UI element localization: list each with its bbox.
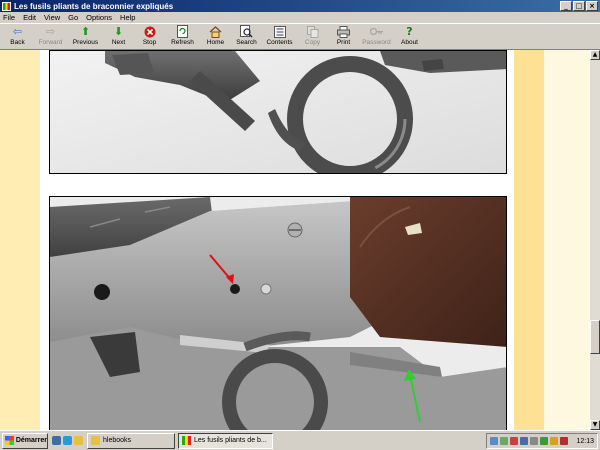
refresh-label: Refresh bbox=[171, 39, 194, 46]
print-label: Print bbox=[336, 39, 351, 46]
menu-edit[interactable]: Edit bbox=[23, 13, 36, 22]
minimize-button[interactable]: _ bbox=[560, 1, 572, 11]
task-hlebooks[interactable]: hlebooks bbox=[87, 432, 175, 449]
photo-gun-frame bbox=[49, 196, 507, 430]
about-label: About bbox=[401, 39, 418, 46]
forward-arrow-icon: ⇨ bbox=[45, 25, 56, 38]
taskbar: Démarrer hlebooks Les fusils pliants de … bbox=[0, 430, 600, 450]
clock: 12:13 bbox=[576, 437, 594, 445]
back-arrow-icon: ⇦ bbox=[12, 25, 23, 38]
left-margin bbox=[0, 50, 40, 430]
home-button[interactable]: Home bbox=[200, 24, 231, 50]
toolbar: ⇦ Back ⇨ Forward ⬆ Previous ⬇ Next Stop … bbox=[0, 23, 600, 50]
start-label: Démarrer bbox=[15, 437, 47, 444]
vertical-scrollbar[interactable]: ▲ ▼ bbox=[590, 50, 600, 430]
menu-go[interactable]: Go bbox=[68, 13, 78, 22]
menu-options[interactable]: Options bbox=[86, 13, 112, 22]
down-arrow-icon: ⬇ bbox=[113, 25, 124, 38]
next-label: Next bbox=[111, 39, 126, 46]
shield-icon[interactable] bbox=[540, 437, 548, 445]
sync-icon[interactable] bbox=[500, 437, 508, 445]
password-button[interactable]: Password bbox=[359, 24, 394, 50]
home-icon bbox=[209, 25, 223, 38]
quick-launch bbox=[52, 436, 83, 445]
refresh-icon bbox=[176, 25, 190, 38]
page-body bbox=[40, 50, 514, 430]
antivirus-icon[interactable] bbox=[510, 437, 518, 445]
forward-button[interactable]: ⇨ Forward bbox=[33, 24, 68, 50]
previous-button[interactable]: ⬆ Previous bbox=[68, 24, 103, 50]
search-button[interactable]: Search bbox=[231, 24, 262, 50]
copy-label: Copy bbox=[304, 39, 321, 46]
scroll-up-button[interactable]: ▲ bbox=[590, 50, 600, 60]
app-icon bbox=[182, 436, 191, 445]
refresh-button[interactable]: Refresh bbox=[165, 24, 200, 50]
window-title: Les fusils pliants de braconnier expliqu… bbox=[14, 1, 174, 11]
previous-label: Previous bbox=[72, 39, 99, 46]
contents-icon bbox=[273, 25, 287, 38]
maximize-button[interactable]: □ bbox=[573, 1, 585, 11]
menu-file[interactable]: File bbox=[3, 13, 15, 22]
app-icon bbox=[2, 1, 11, 11]
menu-bar: File Edit View Go Options Help bbox=[0, 12, 600, 23]
folder-icon[interactable] bbox=[74, 436, 83, 445]
close-button[interactable]: × bbox=[586, 1, 598, 11]
forward-label: Forward bbox=[38, 39, 63, 46]
browser-icon[interactable] bbox=[63, 436, 72, 445]
up-arrow-icon: ⬆ bbox=[80, 25, 91, 38]
task-ebook-viewer[interactable]: Les fusils pliants de b... bbox=[178, 432, 273, 449]
search-label: Search bbox=[236, 39, 257, 46]
print-button[interactable]: Print bbox=[328, 24, 359, 50]
stop-label: Stop bbox=[142, 39, 157, 46]
connection-icon[interactable] bbox=[520, 437, 528, 445]
contents-label: Contents bbox=[266, 39, 293, 46]
system-tray: 12:13 bbox=[486, 433, 598, 449]
password-label: Password bbox=[362, 39, 391, 46]
next-button[interactable]: ⬇ Next bbox=[103, 24, 134, 50]
update-icon[interactable] bbox=[550, 437, 558, 445]
network-icon[interactable] bbox=[490, 437, 498, 445]
folder-icon bbox=[91, 436, 100, 445]
scroll-down-button[interactable]: ▼ bbox=[590, 420, 600, 430]
window-titlebar: Les fusils pliants de braconnier expliqu… bbox=[0, 0, 600, 12]
contents-button[interactable]: Contents bbox=[262, 24, 297, 50]
photo-trigger-guard bbox=[49, 50, 507, 174]
volume-icon[interactable] bbox=[530, 437, 538, 445]
stop-button[interactable]: Stop bbox=[134, 24, 165, 50]
start-button[interactable]: Démarrer bbox=[2, 432, 48, 449]
home-label: Home bbox=[206, 39, 225, 46]
print-icon bbox=[337, 25, 351, 38]
window-controls: _ □ × bbox=[560, 1, 598, 11]
menu-view[interactable]: View bbox=[44, 13, 60, 22]
scroll-thumb[interactable] bbox=[590, 320, 600, 354]
stop-icon bbox=[143, 25, 157, 38]
key-icon bbox=[369, 25, 384, 38]
menu-help[interactable]: Help bbox=[120, 13, 135, 22]
back-button[interactable]: ⇦ Back bbox=[2, 24, 33, 50]
content-area[interactable] bbox=[0, 50, 590, 430]
security-icon[interactable] bbox=[560, 437, 568, 445]
right-margin bbox=[514, 50, 544, 430]
task-label: Les fusils pliants de b... bbox=[194, 437, 267, 444]
desktop-icon[interactable] bbox=[52, 436, 61, 445]
back-label: Back bbox=[10, 39, 25, 46]
about-button[interactable]: ? About bbox=[394, 24, 425, 50]
windows-logo-icon bbox=[5, 436, 14, 445]
task-label: hlebooks bbox=[103, 437, 132, 444]
copy-button[interactable]: Copy bbox=[297, 24, 328, 50]
about-icon: ? bbox=[406, 25, 413, 38]
copy-icon bbox=[306, 25, 320, 38]
search-icon bbox=[240, 25, 254, 38]
